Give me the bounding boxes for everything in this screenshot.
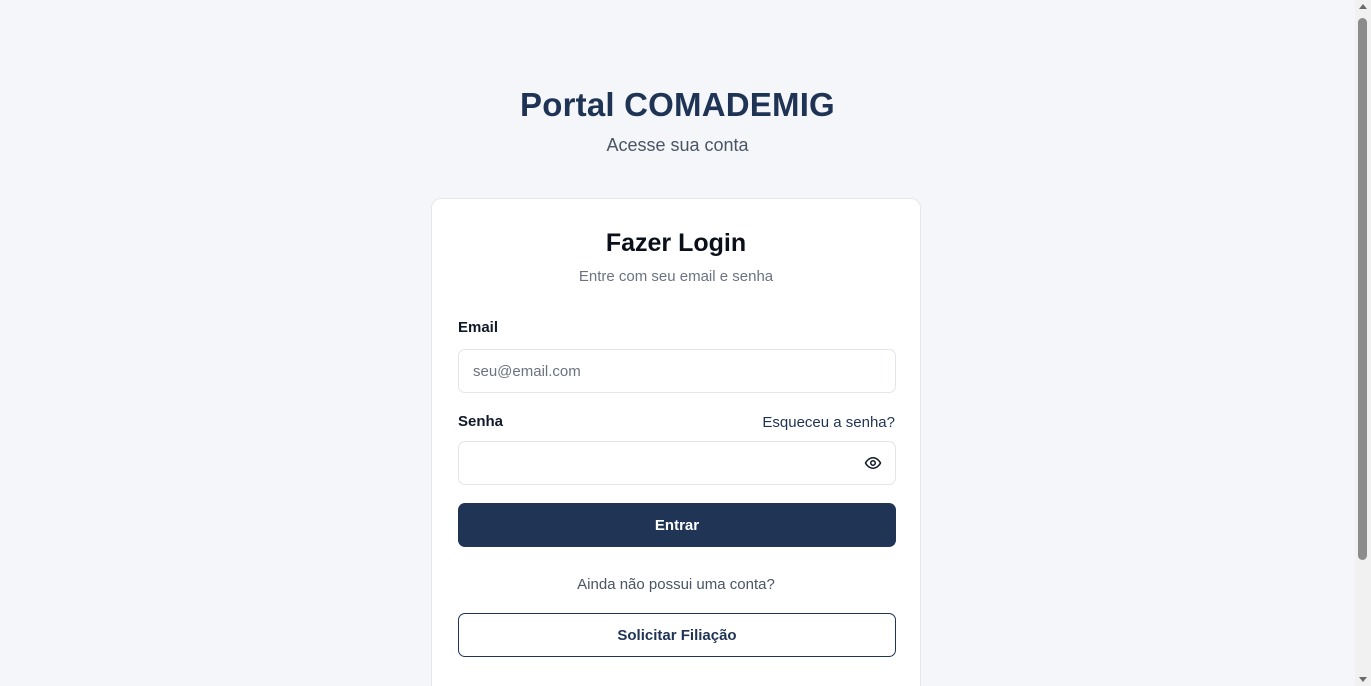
- login-card: Fazer Login Entre com seu email e senha …: [431, 198, 921, 686]
- password-label: Senha: [458, 413, 504, 430]
- signup-prompt: Ainda não possui uma conta?: [577, 576, 775, 593]
- portal-subtitle: Acesse sua conta: [606, 135, 749, 155]
- request-membership-button[interactable]: Solicitar Filiação: [458, 613, 896, 657]
- scroll-down-arrow-icon[interactable]: [1359, 677, 1367, 682]
- login-button[interactable]: Entrar: [458, 503, 896, 547]
- scroll-up-arrow-icon[interactable]: [1359, 4, 1367, 9]
- forgot-password-link[interactable]: Esqueceu a senha?: [762, 414, 895, 431]
- login-page: Portal COMADEMIG Acesse sua conta Fazer …: [0, 0, 1371, 686]
- eye-icon[interactable]: [864, 454, 882, 472]
- page-header: Portal COMADEMIG Acesse sua conta: [0, 86, 1355, 156]
- password-field[interactable]: [458, 441, 896, 485]
- scrollbar-thumb[interactable]: [1358, 18, 1367, 560]
- login-card-subtitle: Entre com seu email e senha: [578, 268, 774, 285]
- email-label: Email: [458, 319, 499, 336]
- vertical-scrollbar[interactable]: [1355, 0, 1371, 686]
- login-card-title: Fazer Login: [605, 229, 747, 257]
- portal-title: Portal COMADEMIG: [520, 86, 835, 123]
- email-field[interactable]: [458, 349, 896, 393]
